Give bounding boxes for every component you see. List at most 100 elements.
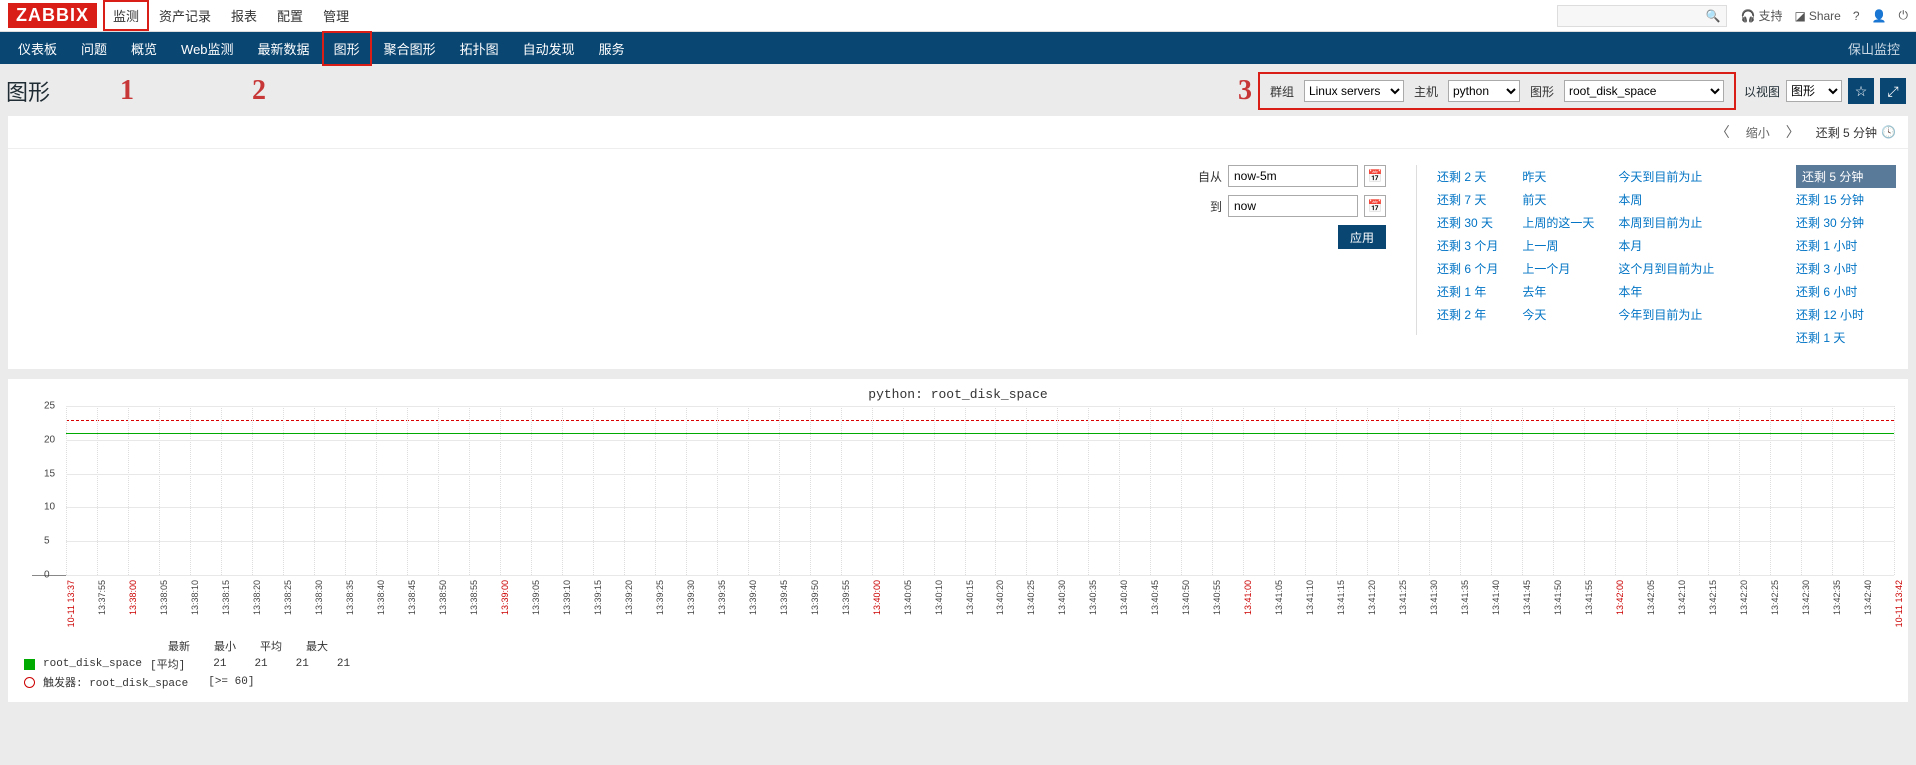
quick-range-link[interactable]: 还剩 2 年	[1437, 303, 1498, 326]
quick-range-link[interactable]: 本月	[1618, 234, 1714, 257]
submenu-maps[interactable]: 拓扑图	[448, 31, 511, 66]
topmenu-reports[interactable]: 报表	[221, 0, 267, 31]
quick-range-link[interactable]: 上一个月	[1522, 257, 1594, 280]
submenu-services[interactable]: 服务	[587, 31, 637, 66]
submenu-dashboard[interactable]: 仪表板	[6, 31, 69, 66]
quick-range-link[interactable]: 还剩 15 分钟	[1796, 188, 1896, 211]
quick-range-link[interactable]: 昨天	[1522, 165, 1594, 188]
header-row: 图形 1 2 3 群组 Linux servers 主机 python 图形 r…	[0, 64, 1916, 114]
quick-range-link[interactable]: 上一周	[1522, 234, 1594, 257]
quick-range-link[interactable]: 这个月到目前为止	[1618, 257, 1714, 280]
to-input[interactable]	[1228, 195, 1358, 217]
submenu-overview[interactable]: 概览	[119, 31, 169, 66]
quick-range-link[interactable]: 前天	[1522, 188, 1594, 211]
to-calendar-icon[interactable]: 📅	[1364, 195, 1386, 217]
x-tick-label: 13:41:00	[1243, 580, 1253, 615]
from-input[interactable]	[1228, 165, 1358, 187]
legend-swatch-red-circle	[24, 677, 35, 688]
x-tick-label: 13:39:40	[748, 580, 758, 615]
x-tick-label: 13:40:55	[1212, 580, 1222, 615]
x-tick-label: 13:41:15	[1336, 580, 1346, 615]
apply-button[interactable]: 应用	[1338, 225, 1386, 249]
graph-select[interactable]: root_disk_space	[1564, 80, 1724, 102]
x-tick-label: 13:42:30	[1801, 580, 1811, 615]
from-calendar-icon[interactable]: 📅	[1364, 165, 1386, 187]
legend-headers: 最新 最小 平均 最大	[24, 638, 1908, 654]
quick-range-link[interactable]: 还剩 1 年	[1437, 280, 1498, 303]
x-tick-label: 13:39:30	[686, 580, 696, 615]
chart-block: python: root_disk_space 0510152025 10-11…	[8, 379, 1908, 702]
quick-range-link[interactable]: 还剩 6 小时	[1796, 280, 1896, 303]
x-tick-label: 13:41:50	[1553, 580, 1563, 615]
power-icon[interactable]: ⏻	[1899, 8, 1909, 23]
to-label: 到	[1210, 198, 1222, 215]
x-tick-label: 13:40:10	[934, 580, 944, 615]
quick-range-link[interactable]: 还剩 2 天	[1437, 165, 1498, 188]
user-icon[interactable]: 👤	[1872, 9, 1887, 23]
topmenu-monitoring[interactable]: 监测	[103, 0, 149, 31]
quick-range-link[interactable]: 还剩 1 天	[1796, 326, 1896, 349]
quick-range-link[interactable]: 还剩 7 天	[1437, 188, 1498, 211]
favorite-button[interactable]: ☆	[1848, 78, 1874, 104]
topmenu-config[interactable]: 配置	[267, 0, 313, 31]
quick-range-link[interactable]: 今天到目前为止	[1618, 165, 1714, 188]
annotation-1: 1	[120, 75, 134, 107]
view-controls: 以视图 图形 ☆ ⤢	[1744, 78, 1906, 104]
nav-prev-icon[interactable]: 〈	[1710, 122, 1736, 142]
submenu-latest[interactable]: 最新数据	[246, 31, 322, 66]
x-tick-label: 13:38:00	[128, 580, 138, 615]
group-select[interactable]: Linux servers	[1304, 80, 1404, 102]
submenu-problems[interactable]: 问题	[69, 31, 119, 66]
support-link[interactable]: 🎧支持	[1741, 7, 1783, 24]
submenu-discovery[interactable]: 自动发现	[511, 31, 587, 66]
quick-range-link[interactable]: 本年	[1618, 280, 1714, 303]
host-select[interactable]: python	[1448, 80, 1520, 102]
quick-range-link[interactable]: 还剩 3 个月	[1437, 234, 1498, 257]
quick-range-link[interactable]: 今年到目前为止	[1618, 303, 1714, 326]
x-tick-label: 13:42:35	[1832, 580, 1842, 615]
quick-range-link[interactable]: 上周的这一天	[1522, 211, 1594, 234]
legend-trigger-cond: [>= 60]	[208, 676, 254, 688]
quick-range-link[interactable]: 还剩 3 小时	[1796, 257, 1896, 280]
quick-range-link[interactable]: 还剩 6 个月	[1437, 257, 1498, 280]
quick-range-link[interactable]: 还剩 30 天	[1437, 211, 1498, 234]
x-tick-label: 13:42:10	[1677, 580, 1687, 615]
view-label: 以视图	[1744, 83, 1780, 100]
share-link[interactable]: ◪Share	[1794, 9, 1840, 23]
search-input[interactable]: 🔍	[1557, 5, 1727, 27]
submenu-right-link[interactable]: 保山监控	[1836, 31, 1910, 66]
annotation-3: 3	[1238, 75, 1252, 107]
x-tick-label: 13:38:30	[314, 580, 324, 615]
x-tick-label: 13:39:10	[562, 580, 572, 615]
quick-range-link[interactable]: 还剩 12 小时	[1796, 303, 1896, 326]
submenu-screens[interactable]: 聚合图形	[372, 31, 448, 66]
x-tick-label: 13:41:45	[1522, 580, 1532, 615]
submenu-graphs[interactable]: 图形	[322, 31, 372, 66]
quick-range-link[interactable]: 去年	[1522, 280, 1594, 303]
quick-range-link[interactable]: 今天	[1522, 303, 1594, 326]
logo[interactable]: ZABBIX	[8, 3, 97, 28]
x-tick-label: 13:38:10	[190, 580, 200, 615]
quick-range-link[interactable]: 本周到目前为止	[1618, 211, 1714, 234]
quick-range-link[interactable]: 还剩 5 分钟	[1796, 165, 1896, 188]
zoom-out-link[interactable]: 缩小	[1746, 124, 1770, 141]
nav-next-icon[interactable]: 〉	[1780, 122, 1806, 142]
x-tick-label: 13:42:00	[1615, 580, 1625, 615]
view-select[interactable]: 图形	[1786, 80, 1842, 102]
help-icon[interactable]: ?	[1853, 9, 1860, 23]
x-tick-label: 13:39:05	[531, 580, 541, 615]
quick-range-link[interactable]: 还剩 30 分钟	[1796, 211, 1896, 234]
x-tick-label: 13:41:55	[1584, 580, 1594, 615]
x-tick-label: 13:41:30	[1429, 580, 1439, 615]
topmenu-inventory[interactable]: 资产记录	[149, 0, 221, 31]
fullscreen-button[interactable]: ⤢	[1880, 78, 1906, 104]
x-tick-label: 13:40:35	[1088, 580, 1098, 615]
x-tick-label: 13:42:20	[1739, 580, 1749, 615]
x-tick-label: 10-11 13:42	[1894, 580, 1904, 627]
quick-range-link[interactable]: 本周	[1618, 188, 1714, 211]
expand-icon: ⤢	[1887, 83, 1898, 100]
x-tick-label: 13:41:20	[1367, 580, 1377, 615]
submenu-web[interactable]: Web监测	[169, 31, 246, 66]
quick-range-link[interactable]: 还剩 1 小时	[1796, 234, 1896, 257]
topmenu-admin[interactable]: 管理	[313, 0, 359, 31]
